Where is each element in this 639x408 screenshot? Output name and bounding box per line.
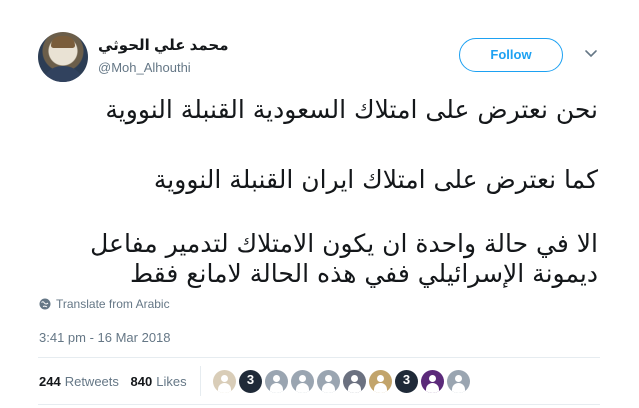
default-avatar-shoulders: [426, 383, 439, 393]
tweet-line-4: ديمونة الإسرائيلي ففي هذه الحالة لامانع …: [129, 259, 598, 288]
liker-avatar[interactable]: [421, 370, 444, 393]
likers-avatars: 33: [213, 370, 470, 393]
liker-avatar[interactable]: [317, 370, 340, 393]
default-avatar-head: [377, 375, 384, 382]
default-avatar-head: [455, 375, 462, 382]
default-avatar-head: [299, 375, 306, 382]
retweets-stat[interactable]: 244 Retweets: [39, 374, 119, 389]
default-avatar-head: [273, 375, 280, 382]
stats-divider: [200, 366, 201, 396]
liker-avatar-badge: 3: [246, 372, 255, 387]
default-avatar-head: [325, 375, 332, 382]
liker-avatar[interactable]: [343, 370, 366, 393]
default-avatar-shoulders: [348, 383, 361, 393]
avatar[interactable]: [38, 32, 88, 82]
liker-avatar[interactable]: 3: [239, 370, 262, 393]
tweet-timestamp[interactable]: 3:41 pm - 16 Mar 2018: [39, 330, 171, 345]
default-avatar-shoulders: [322, 383, 335, 393]
tweet-line-3: الا في حالة واحدة ان يكون الامتلاك لتدمي…: [90, 229, 598, 258]
translate-label: Translate from Arabic: [56, 297, 170, 311]
tweet-header: محمد علي الحوثي @Moh_Alhouthi Follow: [0, 0, 639, 90]
chevron-down-icon[interactable]: [584, 46, 598, 60]
default-avatar-shoulders: [218, 383, 231, 393]
retweets-label: Retweets: [64, 374, 119, 389]
retweets-count: 244: [39, 374, 61, 389]
liker-avatar[interactable]: [447, 370, 470, 393]
translate-link[interactable]: Translate from Arabic: [39, 297, 170, 311]
liker-avatar[interactable]: [369, 370, 392, 393]
default-avatar-shoulders: [270, 383, 283, 393]
default-avatar-shoulders: [452, 383, 465, 393]
default-avatar-shoulders: [374, 383, 387, 393]
tweet-line-2: كما نعترض على امتلاك ايران القنبلة النوو…: [153, 165, 598, 194]
tweet-line-1: نحن نعترض على امتلاك السعودية القنبلة ال…: [105, 95, 598, 124]
likes-count: 840: [130, 374, 153, 389]
avatar-body: [42, 66, 84, 82]
liker-avatar[interactable]: [265, 370, 288, 393]
likes-label: Likes: [156, 374, 187, 389]
likes-stat[interactable]: 840 Likes: [131, 374, 187, 389]
follow-button[interactable]: Follow: [459, 38, 563, 72]
divider: [38, 357, 600, 358]
user-handle[interactable]: @Moh_Alhouthi: [98, 60, 191, 75]
avatar-cap: [51, 36, 75, 48]
liker-avatar[interactable]: 3: [395, 370, 418, 393]
default-avatar-head: [429, 375, 436, 382]
liker-avatar[interactable]: [213, 370, 236, 393]
default-avatar-shoulders: [296, 383, 309, 393]
display-name[interactable]: محمد علي الحوثي: [98, 36, 238, 54]
tweet-stats: 244 Retweets 840 Likes: [39, 374, 195, 389]
liker-avatar[interactable]: [291, 370, 314, 393]
liker-avatar-badge: 3: [402, 372, 411, 387]
default-avatar-head: [221, 375, 228, 382]
divider: [38, 404, 600, 405]
globe-icon: [39, 298, 51, 310]
default-avatar-head: [351, 375, 358, 382]
